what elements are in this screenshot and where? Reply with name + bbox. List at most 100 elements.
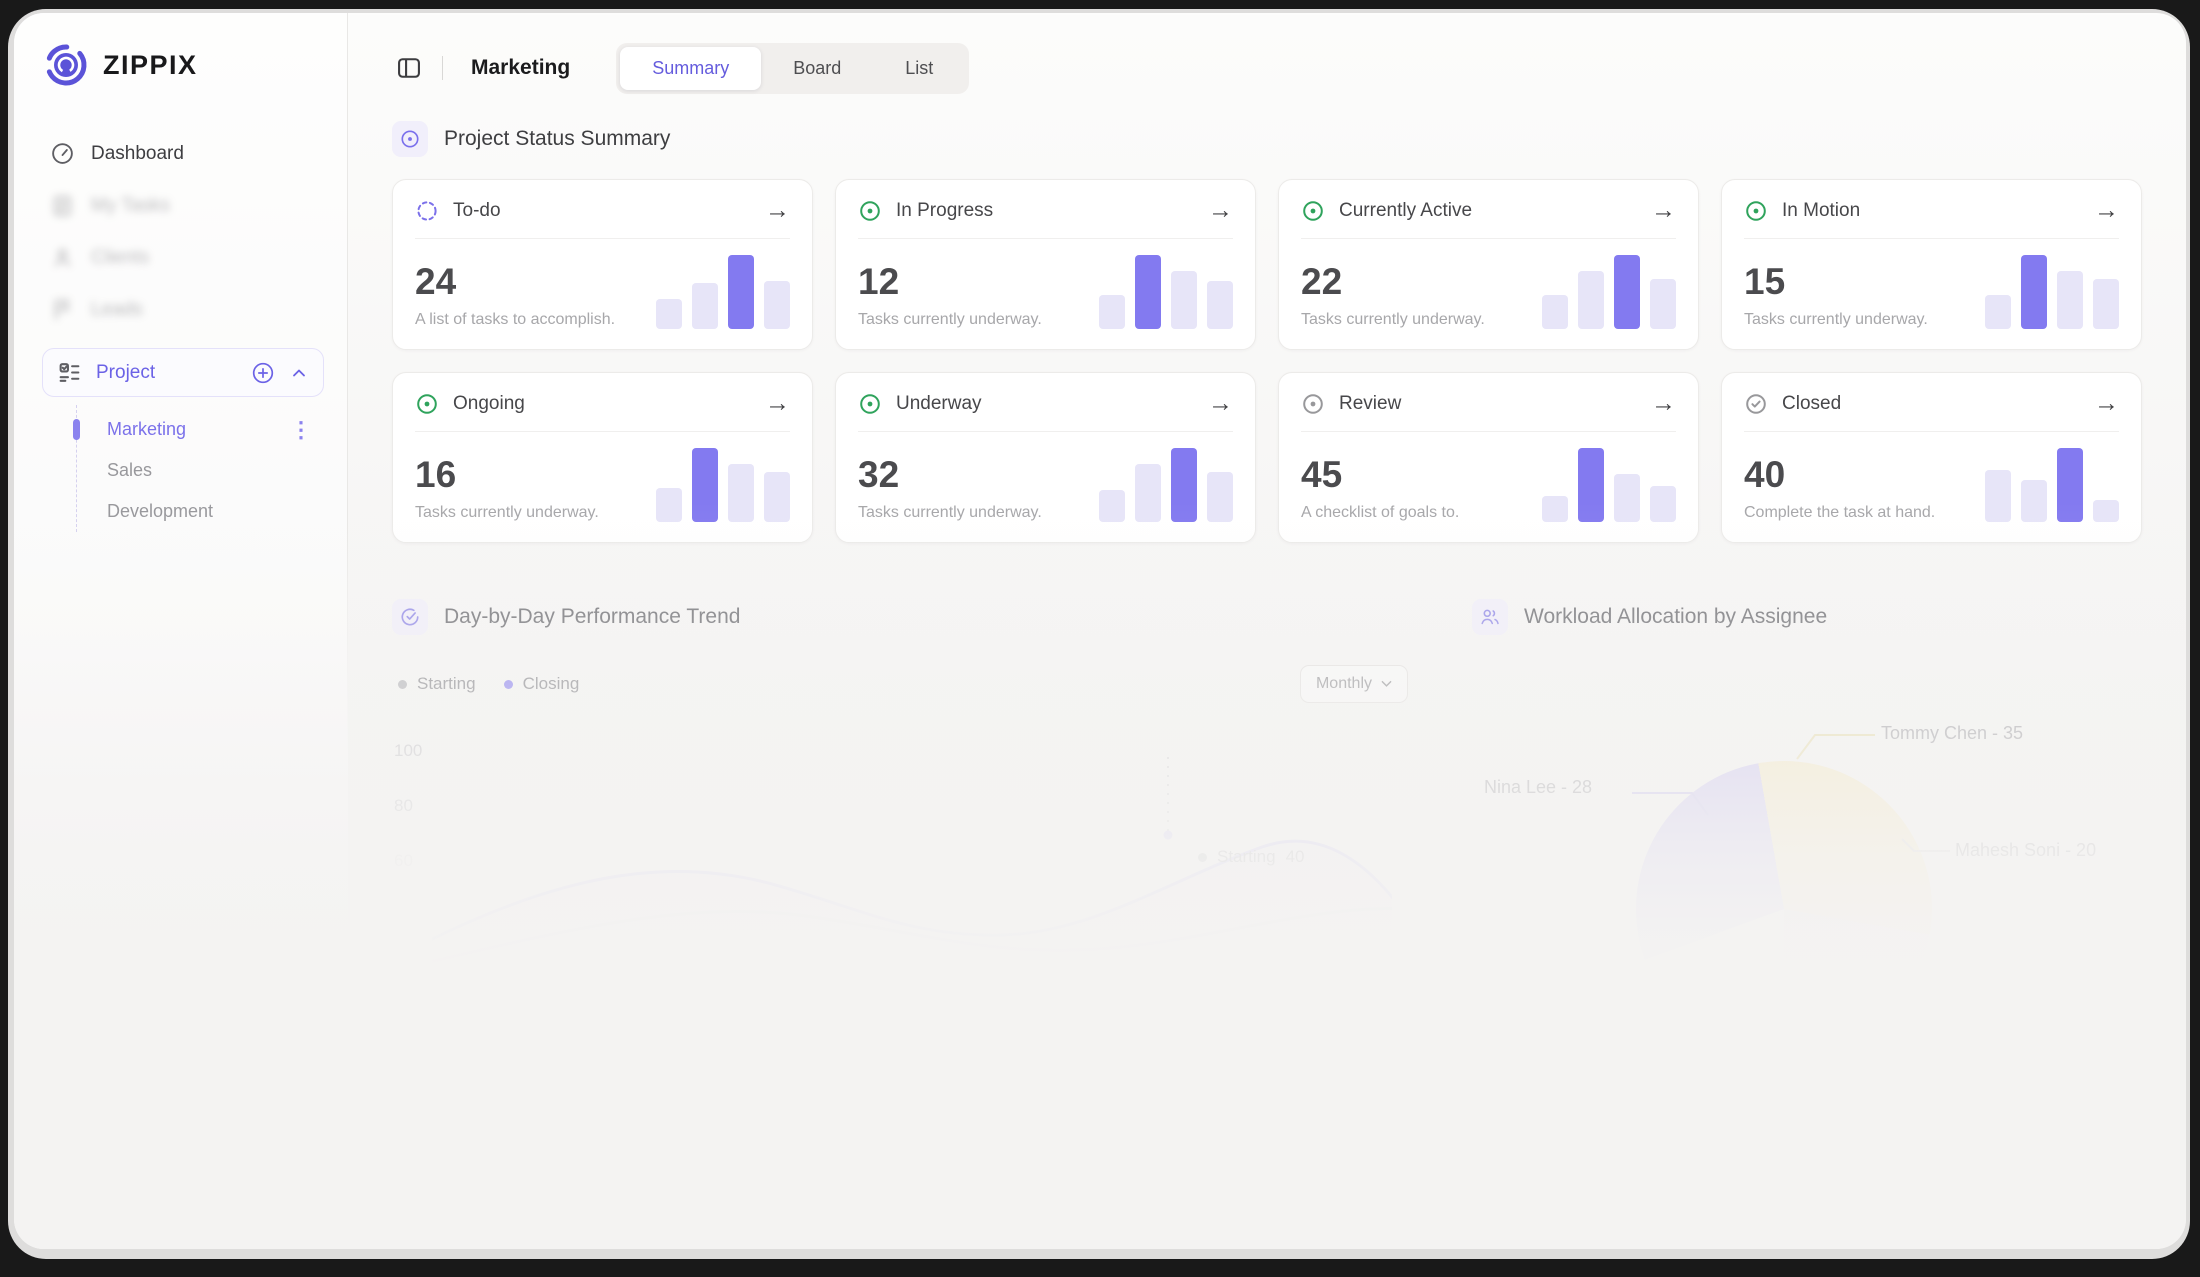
card-count: 45 [1301, 456, 1536, 493]
subitem-label: Sales [107, 460, 152, 481]
legend-item-closing: Closing [504, 674, 580, 694]
card-title: Closed [1782, 393, 1841, 415]
card-title: In Progress [896, 200, 993, 222]
card-description: Tasks currently underway. [415, 504, 650, 522]
arrow-right-icon[interactable]: → [1651, 391, 1676, 416]
card-header: Currently Active → [1301, 198, 1676, 223]
legend-label: Starting [417, 674, 476, 694]
gauge-icon [50, 141, 75, 166]
status-card-review[interactable]: Review → 45 A checklist of goals to. [1278, 372, 1699, 543]
sidebar-item-project[interactable]: Project [42, 348, 324, 397]
spark-bar [2057, 271, 2083, 329]
trend-chart-section: Day-by-Day Performance Trend Starting Cl… [392, 599, 1412, 1019]
spark-bar [1614, 255, 1640, 329]
spark-bars [1542, 253, 1676, 329]
card-description: A list of tasks to accomplish. [415, 311, 650, 329]
card-header: Ongoing → [415, 391, 790, 416]
spark-bar [2021, 480, 2047, 522]
card-title: Ongoing [453, 393, 525, 415]
sidebar-nav: Dashboard My Tasks Clients Leads [42, 131, 324, 332]
status-card-ongoing[interactable]: Ongoing → 16 Tasks currently underway. [392, 372, 813, 543]
spark-bar [1135, 255, 1161, 329]
status-card-closed[interactable]: Closed → 40 Complete the task at hand. [1721, 372, 2142, 543]
page-title: Marketing [471, 56, 570, 80]
legend-label: Closing [523, 674, 580, 694]
arrow-right-icon[interactable]: → [765, 391, 790, 416]
users-icon [1472, 599, 1508, 635]
spark-bar [1207, 472, 1233, 522]
period-selector[interactable]: Monthly [1300, 665, 1408, 703]
card-count: 15 [1744, 263, 1979, 300]
spark-bar [1171, 448, 1197, 522]
spark-bar [1171, 271, 1197, 329]
pie-slice-label: Nina Lee - 28 [1484, 777, 1592, 798]
sidebar-item-leads[interactable]: Leads [42, 287, 324, 332]
add-project-button[interactable] [251, 361, 275, 385]
kebab-menu-icon[interactable]: ⋮ [290, 419, 312, 441]
arrow-right-icon[interactable]: → [1651, 198, 1676, 223]
dashed-circle-icon [415, 199, 439, 223]
subitem-label: Marketing [107, 419, 186, 440]
tab-board[interactable]: Board [761, 47, 873, 90]
clients-icon [50, 245, 75, 270]
arrow-right-icon[interactable]: → [1208, 198, 1233, 223]
status-card-underway[interactable]: Underway → 32 Tasks currently underway. [835, 372, 1256, 543]
arrow-right-icon[interactable]: → [765, 198, 790, 223]
tasks-icon [50, 193, 75, 218]
spark-bar [1207, 281, 1233, 329]
sidebar-toggle-icon[interactable] [392, 51, 426, 85]
card-description: Tasks currently underway. [858, 504, 1093, 522]
spark-bar [2093, 279, 2119, 329]
sidebar-item-dashboard[interactable]: Dashboard [42, 131, 324, 176]
card-header: Underway → [858, 391, 1233, 416]
sidebar-item-label: Clients [91, 247, 149, 269]
spark-bar [2021, 255, 2047, 329]
dot-circle-green-icon [1301, 199, 1325, 223]
card-body: 22 Tasks currently underway. [1301, 253, 1676, 329]
status-card-in-motion[interactable]: In Motion → 15 Tasks currently underway. [1721, 179, 2142, 350]
project-subitem-development[interactable]: Development ⋮ [77, 491, 324, 532]
card-count: 32 [858, 456, 1093, 493]
spark-bars [656, 253, 790, 329]
card-divider [858, 238, 1233, 239]
card-divider [1301, 238, 1676, 239]
spark-bar [764, 281, 790, 329]
pie-leader-lines [1472, 635, 2142, 995]
spark-bar [2093, 500, 2119, 522]
project-subitem-marketing[interactable]: Marketing ⋮ [77, 409, 324, 450]
tab-list[interactable]: List [873, 47, 965, 90]
card-count: 24 [415, 263, 650, 300]
tab-summary[interactable]: Summary [620, 47, 761, 90]
card-count: 40 [1744, 456, 1979, 493]
spark-bar [1099, 490, 1125, 522]
spark-bars [1542, 446, 1676, 522]
dot-circle-gray-icon [1301, 392, 1325, 416]
sidebar-item-label: Leads [91, 299, 143, 321]
sidebar-item-clients[interactable]: Clients [42, 235, 324, 280]
spark-bar [1985, 470, 2011, 522]
leads-icon [50, 297, 75, 322]
trend-curves [432, 729, 1392, 1009]
spark-bar [1578, 448, 1604, 522]
pie-slice-label: Mahesh Soni - 20 [1955, 840, 2096, 861]
spark-bar [1135, 464, 1161, 522]
arrow-right-icon[interactable]: → [2094, 198, 2119, 223]
sidebar-item-my-tasks[interactable]: My Tasks [42, 183, 324, 228]
arrow-right-icon[interactable]: → [1208, 391, 1233, 416]
arrow-right-icon[interactable]: → [2094, 391, 2119, 416]
y-tick: 100 [394, 741, 422, 761]
dot-circle-green-icon [858, 392, 882, 416]
card-title: To-do [453, 200, 501, 222]
spark-bar [1985, 295, 2011, 329]
status-card-in-progress[interactable]: In Progress → 12 Tasks currently underwa… [835, 179, 1256, 350]
sidebar-item-label: My Tasks [91, 195, 170, 217]
card-title: Currently Active [1339, 200, 1472, 222]
project-subitem-sales[interactable]: Sales ⋮ [77, 450, 324, 491]
spark-bar [728, 464, 754, 522]
status-card-currently-active[interactable]: Currently Active → 22 Tasks currently un… [1278, 179, 1699, 350]
project-sublist: Marketing ⋮ Sales ⋮ Development ⋮ [76, 405, 324, 532]
card-divider [1744, 431, 2119, 432]
chevron-up-icon[interactable] [289, 363, 309, 383]
card-divider [415, 431, 790, 432]
status-card-to-do[interactable]: To-do → 24 A list of tasks to accomplish… [392, 179, 813, 350]
